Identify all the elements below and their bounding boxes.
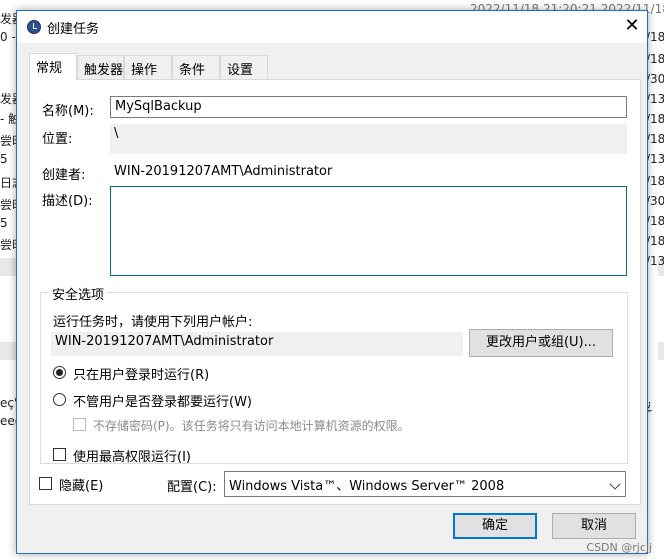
highest-privileges-label[interactable]: 使用最高权限运行(I) [73, 446, 191, 465]
close-button[interactable]: ✕ [617, 11, 647, 43]
hidden-checkbox[interactable] [39, 477, 52, 490]
configure-selected-value: Windows Vista™、Windows Server™ 2008 [229, 479, 505, 494]
tab-actions[interactable]: 操作 [124, 55, 172, 79]
location-value: \ [110, 124, 627, 154]
highest-privileges-checkbox[interactable] [53, 448, 66, 461]
no-store-password-checkbox[interactable] [73, 418, 86, 431]
tab-conditions[interactable]: 条件 [172, 55, 220, 79]
tab-triggers[interactable]: 触发器 [77, 55, 124, 79]
bg-right-fragment: /30 [646, 194, 664, 208]
bg-right-fragment: /18 [646, 214, 664, 228]
author-value: WIN-20191207AMT\Administrator [114, 164, 333, 179]
bg-right-fragment: /18 [646, 30, 664, 44]
general-tab-panel: 名称(M): MySqlBackup 位置: \ 创建者: WIN-201912… [29, 79, 641, 505]
bg-right-fragment: /18 [646, 234, 664, 248]
background-left-column: 发器 0 - 发器 - 触 尝时 5 日志 尝时 5 尝时 eç' eee [0, 0, 24, 560]
run-any-login-radio[interactable] [53, 393, 66, 406]
create-task-dialog: 创建任务 ✕ 常规 触发器 操作 条件 设置 名称(M): MySqlBacku… [16, 10, 648, 554]
bg-right-fragment: /18 [646, 52, 664, 66]
cancel-button[interactable]: 取消 [552, 513, 636, 539]
dialog-title: 创建任务 [47, 22, 100, 37]
bg-divider [0, 342, 16, 360]
run-as-prompt: 运行任务时，请使用下列用户帐户: [53, 315, 253, 330]
configure-label: 配置(C): [167, 480, 217, 495]
bg-divider [0, 258, 16, 276]
bg-left-fragment: 5 [0, 152, 8, 166]
user-account-value: WIN-20191207AMT\Administrator [51, 332, 463, 356]
name-input[interactable]: MySqlBackup [110, 96, 627, 118]
location-label: 位置: [42, 132, 73, 147]
watermark: CSDN @rjcjj [586, 541, 652, 554]
change-user-button[interactable]: 更改用户或组(U)... [469, 329, 613, 357]
run-logged-on-label[interactable]: 只在用户登录时运行(R) [73, 364, 209, 383]
bg-left-fragment: 5 [0, 216, 8, 230]
tab-general[interactable]: 常规 [29, 53, 77, 80]
hidden-label[interactable]: 隐藏(E) [59, 475, 103, 494]
bg-left-fragment: 0 - [0, 30, 16, 44]
security-options-title: 安全选项 [49, 284, 108, 303]
bg-right-fragment: /13 [646, 92, 664, 106]
bg-right-fragment: /30 [646, 72, 664, 86]
name-label: 名称(M): [42, 104, 94, 119]
chevron-down-icon [609, 478, 621, 490]
bg-right-fragment: /13 [646, 254, 664, 268]
description-label: 描述(D): [42, 194, 93, 209]
bg-right-fragment: /18 [646, 174, 664, 188]
configure-select[interactable]: Windows Vista™、Windows Server™ 2008 [224, 471, 626, 497]
title-bar[interactable]: 创建任务 ✕ [17, 11, 647, 43]
description-textarea[interactable] [110, 186, 627, 276]
task-clock-icon [27, 20, 41, 34]
run-logged-on-radio[interactable] [53, 366, 66, 379]
author-label: 创建者: [42, 168, 86, 183]
ok-button[interactable]: 确定 [453, 513, 537, 539]
bg-right-fragment: /18 [646, 132, 664, 146]
bg-right-fragment: /13 [646, 152, 664, 166]
run-any-login-label[interactable]: 不管用户是否登录都要运行(W) [73, 391, 252, 410]
security-options-group: 安全选项 运行任务时，请使用下列用户帐户: WIN-20191207AMT\Ad… [40, 284, 628, 465]
bg-left-fragment: eç' [0, 396, 18, 410]
no-store-password-label: 不存储密码(P)。该任务将只有访问本地计算机资源的权限。 [93, 419, 410, 433]
bg-right-fragment: /18 [646, 112, 664, 126]
tab-settings[interactable]: 设置 [220, 55, 268, 79]
